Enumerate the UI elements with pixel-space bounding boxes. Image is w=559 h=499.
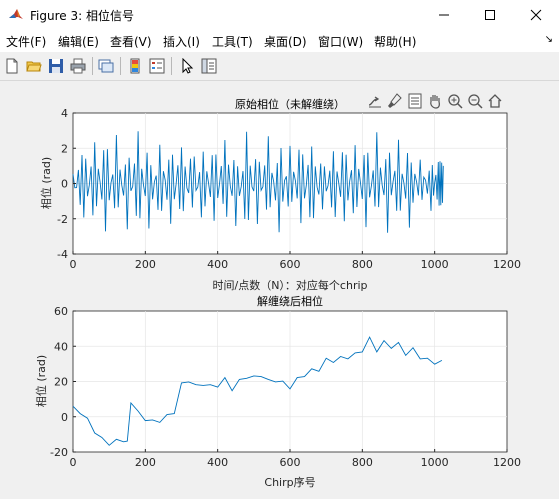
pan-icon [430,95,440,109]
new-figure-button[interactable] [2,56,22,76]
brush-button[interactable] [386,92,404,110]
print-button[interactable] [68,56,88,76]
property-inspector-icon [201,58,217,74]
menu-file[interactable]: 文件(F) [6,33,46,50]
matlab-logo-icon [8,7,24,23]
insert-colorbar-button[interactable] [125,56,145,76]
dock-arrow-icon[interactable]: ↘ [545,34,553,45]
zoom-out-button[interactable] [466,92,484,110]
menu-insert[interactable]: 插入(I) [163,33,200,50]
toolbar-separator [171,57,172,75]
toolbar-separator [92,57,93,75]
brush-icon [388,93,402,108]
menu-tools[interactable]: 工具(T) [212,33,253,50]
zoom-in-icon [448,94,463,109]
figure-canvas [0,81,559,499]
print-icon [70,58,86,74]
open-file-icon [26,61,42,72]
close-button[interactable] [513,0,559,30]
edit-plot-button[interactable] [177,56,197,76]
window-title: Figure 3: 相位信号 [30,9,134,23]
menu-bar: 文件(F) 编辑(E) 查看(V) 插入(I) 工具(T) 桌面(D) 窗口(W… [0,30,559,52]
menu-window[interactable]: 窗口(W) [318,33,363,50]
zoom-out-icon [468,94,483,109]
home-icon [488,94,502,108]
property-inspector-button[interactable] [199,56,219,76]
minimize-icon [439,14,449,16]
close-icon [530,9,542,21]
minimize-button[interactable] [421,0,467,30]
menu-edit[interactable]: 编辑(E) [58,33,99,50]
save-icon [49,59,63,73]
toolbar-separator [120,57,121,75]
link-plot-icon [98,59,114,73]
zoom-in-button[interactable] [446,92,464,110]
maximize-icon [485,10,495,20]
data-tips-button[interactable] [406,92,424,110]
insert-legend-button[interactable] [147,56,167,76]
menu-view[interactable]: 查看(V) [110,33,152,50]
open-file-button[interactable] [24,56,44,76]
export-button[interactable] [366,92,384,110]
new-figure-icon [6,58,18,74]
pan-button[interactable] [426,92,444,110]
edit-plot-icon [182,58,194,74]
save-button[interactable] [46,56,66,76]
insert-legend-icon [149,58,165,74]
home-button[interactable] [486,92,504,110]
export-icon [368,96,381,108]
maximize-button[interactable] [467,0,513,30]
insert-colorbar-icon [130,58,140,74]
menu-help[interactable]: 帮助(H) [374,33,416,50]
figure-toolbar [0,52,559,81]
title-bar: Figure 3: 相位信号 [0,0,559,30]
axes-toolbar [366,92,506,110]
link-plot-button[interactable] [96,56,116,76]
menu-desktop[interactable]: 桌面(D) [264,33,307,50]
data-tips-icon [408,93,422,109]
